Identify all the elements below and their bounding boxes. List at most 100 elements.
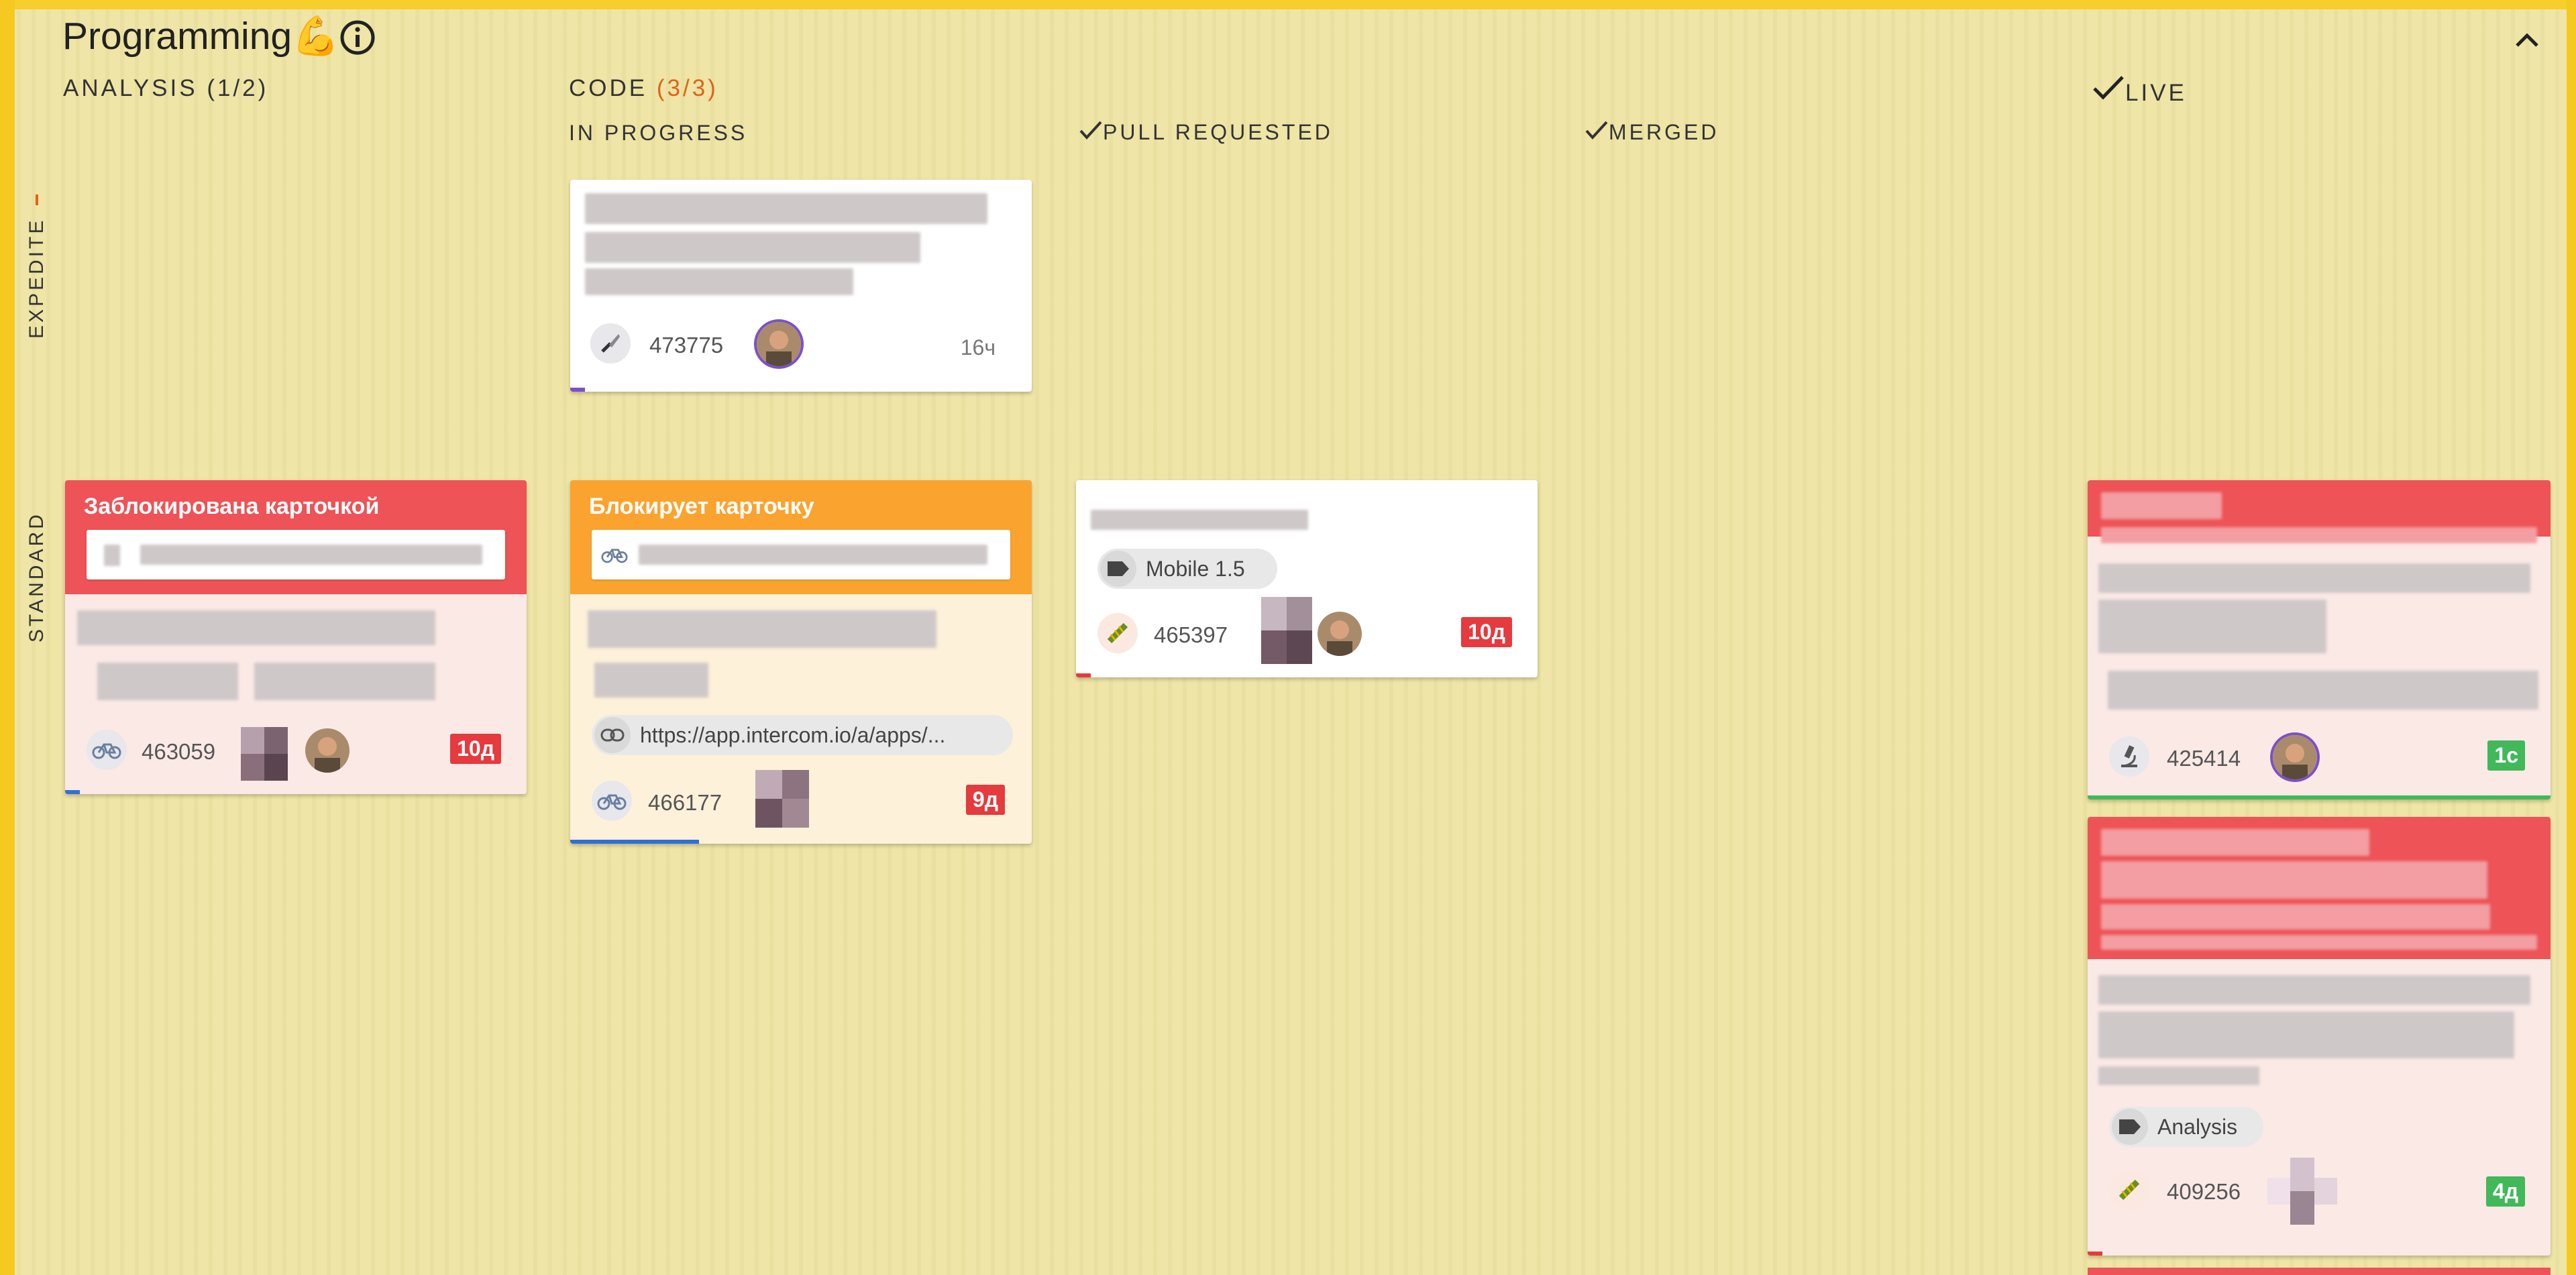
subcolumn-in-progress: IN PROGRESS bbox=[569, 121, 747, 146]
card-progress-bar bbox=[1076, 673, 1091, 677]
card-title-redacted bbox=[588, 610, 936, 648]
card-title-redacted bbox=[97, 663, 238, 700]
tag-pill: Mobile 1.5 bbox=[1097, 549, 1277, 589]
card-473775[interactable]: 473775 16ч bbox=[570, 180, 1032, 392]
lane-label-standard: STANDARD bbox=[25, 512, 48, 643]
link-icon bbox=[594, 717, 631, 753]
subcolumn-merged: MERGED bbox=[1585, 119, 1719, 146]
blocked-label: Заблокирована карточкой bbox=[84, 494, 380, 519]
avatar-redacted bbox=[1261, 597, 1312, 664]
blocked-header: Заблокирована карточкой bbox=[65, 480, 527, 594]
bug-icon bbox=[1097, 613, 1138, 653]
link-attachment[interactable]: https://app.intercom.io/a/apps/... bbox=[592, 715, 1013, 755]
card-title-redacted bbox=[254, 663, 435, 700]
knife-icon bbox=[590, 323, 631, 364]
blocked-header-redacted bbox=[2088, 480, 2551, 543]
card-title-redacted bbox=[594, 663, 708, 698]
card-id: 409256 bbox=[2167, 1179, 2241, 1204]
card-id: 463059 bbox=[142, 739, 216, 764]
avatar bbox=[757, 322, 801, 366]
blocked-label-redacted bbox=[2101, 861, 2487, 899]
column-label: CODE bbox=[569, 75, 648, 101]
column-label: LIVE bbox=[2125, 80, 2187, 106]
card-id: 466177 bbox=[648, 790, 722, 815]
link-text: https://app.intercom.io/a/apps/... bbox=[640, 722, 946, 747]
card-title-redacted bbox=[585, 193, 987, 224]
tag-pill: Analysis bbox=[2109, 1107, 2263, 1147]
subcolumn-label: IN PROGRESS bbox=[569, 121, 748, 145]
blocked-label-redacted bbox=[2101, 935, 2537, 950]
bicycle-icon bbox=[592, 781, 632, 821]
check-icon bbox=[2092, 74, 2125, 108]
card-title-redacted bbox=[77, 610, 435, 645]
card-466177[interactable]: Блокирует карточку https://app.intercom.… bbox=[570, 480, 1032, 844]
card-title-redacted bbox=[2108, 671, 2538, 710]
column-header-live: LIVE bbox=[2092, 74, 2187, 108]
card-progress-bar bbox=[2088, 1252, 2102, 1256]
blocked-card-ref[interactable] bbox=[592, 530, 1010, 579]
card-463059[interactable]: Заблокирована карточкой 463059 10д bbox=[65, 480, 527, 794]
info-circle-icon[interactable] bbox=[339, 19, 376, 56]
avatar bbox=[2273, 735, 2317, 779]
tag-label: Analysis bbox=[2157, 1114, 2238, 1139]
subcolumn-label: PULL REQUESTED bbox=[1103, 120, 1333, 144]
blocked-label-redacted bbox=[2101, 829, 2369, 856]
blocking-label: Блокирует карточку bbox=[589, 494, 814, 519]
top-border bbox=[0, 0, 2576, 9]
column-header-analysis: ANALYSIS (1/2) bbox=[63, 75, 268, 102]
kanban-board: Programming💪 ANALYSIS (1/2) CODE (3/3) L… bbox=[0, 0, 2576, 1275]
blocked-label-redacted bbox=[2101, 492, 2222, 519]
blocking-card-ref[interactable] bbox=[87, 530, 505, 579]
card-id: 465397 bbox=[1154, 622, 1228, 647]
card-465397[interactable]: Mobile 1.5 465397 10д bbox=[1076, 480, 1538, 677]
card-title-redacted bbox=[2098, 1011, 2514, 1058]
avatar bbox=[1318, 612, 1362, 656]
card-425414[interactable]: 425414 1с bbox=[2088, 480, 2551, 799]
wip-count: (1/2) bbox=[207, 75, 269, 101]
flexed-biceps-emoji: 💪 bbox=[292, 15, 340, 58]
lane-label: EXPEDITE bbox=[25, 217, 48, 339]
card-title-redacted bbox=[2098, 600, 2326, 653]
card-title-redacted bbox=[2098, 563, 2530, 593]
blocking-card-icon-redacted bbox=[104, 545, 120, 566]
card-title-redacted bbox=[585, 268, 853, 295]
label-icon bbox=[2112, 1109, 2148, 1145]
card-age: 10д bbox=[450, 734, 501, 764]
card-age: 10д bbox=[1461, 617, 1512, 647]
microscope-icon bbox=[2109, 736, 2149, 777]
card-id: 473775 bbox=[649, 333, 724, 357]
left-border bbox=[0, 0, 15, 1275]
card-partial-next[interactable] bbox=[2088, 1268, 2551, 1275]
subcolumn-pull-requested: PULL REQUESTED bbox=[1079, 119, 1333, 146]
blocked-label-redacted bbox=[2101, 904, 2490, 930]
right-border bbox=[2567, 0, 2576, 1275]
card-age: 16ч bbox=[960, 335, 996, 359]
column-label: ANALYSIS bbox=[63, 75, 198, 101]
card-409256[interactable]: Analysis 409256 4д bbox=[2088, 817, 2551, 1256]
card-progress-bar bbox=[65, 790, 80, 794]
label-icon bbox=[1100, 551, 1136, 587]
card-title-redacted bbox=[585, 232, 920, 263]
card-progress-bar bbox=[2088, 795, 2551, 799]
card-title-redacted bbox=[1091, 510, 1308, 530]
card-progress-bar bbox=[570, 840, 699, 844]
tag-label: Mobile 1.5 bbox=[1146, 556, 1245, 581]
lane-label: STANDARD bbox=[25, 512, 48, 643]
blocked-card-title-redacted bbox=[639, 545, 987, 565]
bug-icon bbox=[2109, 1170, 2149, 1210]
blocking-card-title-redacted bbox=[140, 545, 482, 565]
bicycle-icon bbox=[87, 730, 127, 770]
card-title-redacted bbox=[2098, 975, 2530, 1005]
board-title-text: Programming bbox=[62, 15, 292, 58]
card-age: 4д bbox=[2485, 1176, 2525, 1207]
card-id: 425414 bbox=[2167, 746, 2241, 771]
bicycle-icon bbox=[601, 545, 628, 571]
chevron-up-icon[interactable] bbox=[2510, 25, 2544, 52]
check-icon bbox=[1079, 119, 1103, 146]
card-age: 1с bbox=[2487, 740, 2525, 771]
lane-label-expedite: EXPEDITE bbox=[25, 218, 48, 339]
avatar-redacted bbox=[2267, 1158, 2337, 1225]
blocked-label-redacted bbox=[2101, 527, 2537, 543]
avatar-redacted bbox=[755, 770, 809, 828]
avatar bbox=[305, 728, 350, 773]
